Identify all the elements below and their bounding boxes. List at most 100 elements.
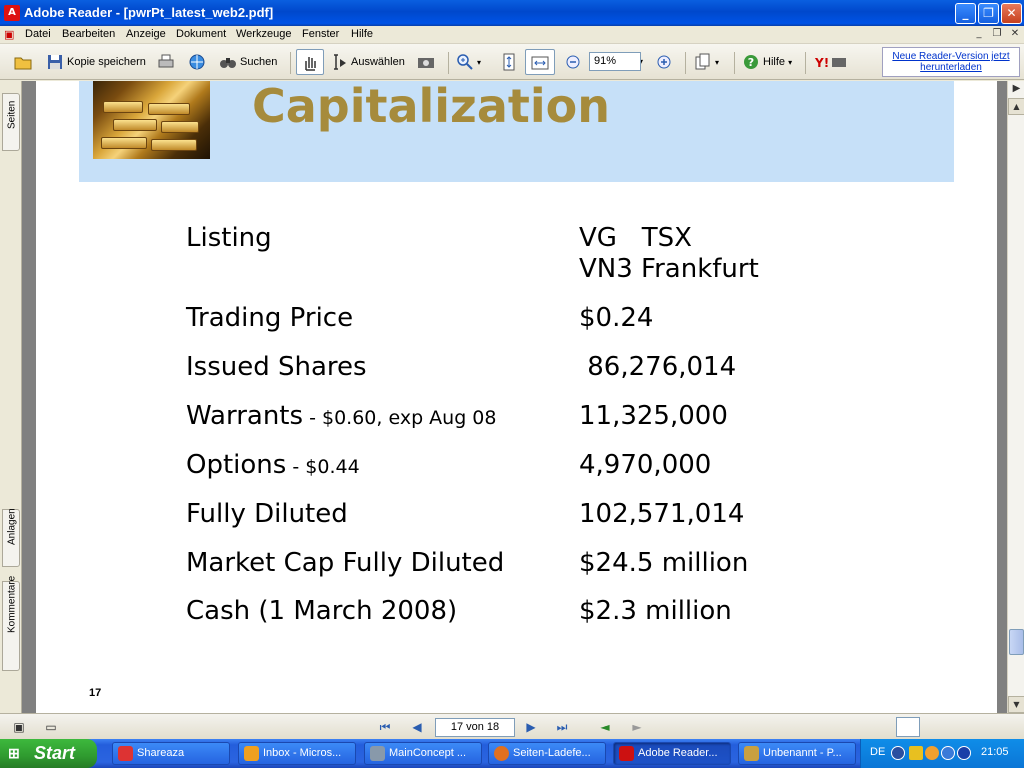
security-icon[interactable] <box>925 746 939 760</box>
row-value-cash: $2.3 million <box>579 596 732 626</box>
task-paint[interactable]: Unbenannt - P... <box>738 742 856 765</box>
minimize-button[interactable]: _ <box>955 3 976 24</box>
scroll-down-arrow-icon[interactable]: ▼ <box>1008 696 1024 713</box>
print-button[interactable] <box>157 51 178 73</box>
toolbar-separator <box>805 52 806 74</box>
menu-werkzeuge[interactable]: Werkzeuge <box>236 28 291 40</box>
pdf-document-icon: ▣ <box>4 28 15 41</box>
tab-comments[interactable]: Kommentare <box>2 576 20 671</box>
menu-bearbeiten[interactable]: Bearbeiten <box>62 28 115 40</box>
search-button[interactable]: Suchen <box>219 51 277 73</box>
mainconcept-icon <box>370 746 385 761</box>
task-outlook-inbox[interactable]: Inbox - Micros... <box>238 742 356 765</box>
system-tray: DE 21:05 <box>860 739 1024 768</box>
row-value-listing: VG TSX VN3 Frankfurt <box>579 223 759 284</box>
chevron-down-icon[interactable]: ▾ <box>788 58 792 67</box>
save-copy-button[interactable]: Kopie speichern <box>46 51 146 73</box>
go-forward-icon[interactable]: ► <box>628 718 646 736</box>
snapshot-button[interactable] <box>417 51 438 73</box>
menu-anzeige[interactable]: Anzeige <box>126 28 166 40</box>
search-label: Suchen <box>240 56 278 68</box>
first-page-icon[interactable]: ⏮ <box>376 718 394 736</box>
zoom-input[interactable]: 91% <box>589 52 641 71</box>
yahoo-toolbar-button[interactable]: Y! <box>814 51 851 73</box>
chevron-down-icon[interactable]: ▾ <box>477 58 481 67</box>
continuous-facing-view-icon[interactable] <box>992 717 1016 737</box>
fit-width-button[interactable] <box>525 49 555 75</box>
scroll-thumb[interactable] <box>1009 629 1024 655</box>
row-label-options: Options - $0.44 <box>186 450 360 480</box>
firefox-icon <box>494 746 509 761</box>
page-size-icon[interactable]: ▭ <box>42 718 60 736</box>
task-firefox[interactable]: Seiten-Ladefe... <box>488 742 606 765</box>
close-button[interactable]: ✕ <box>1001 3 1022 24</box>
open-folder-button[interactable] <box>14 51 35 73</box>
single-page-view-icon[interactable] <box>896 717 920 737</box>
doc-restore-icon[interactable]: ❐ <box>990 28 1004 42</box>
previous-page-icon[interactable]: ◀ <box>408 718 426 736</box>
start-button[interactable]: ⊞ Start <box>0 739 97 768</box>
last-page-icon[interactable]: ⏭ <box>553 718 571 736</box>
maximize-button[interactable]: ❐ <box>978 3 999 24</box>
zoom-in-button[interactable] <box>655 51 676 73</box>
page-layout-button[interactable]: ▾ <box>694 51 719 73</box>
folder-icon <box>14 57 32 70</box>
row-value-market-cap: $24.5 million <box>579 548 749 578</box>
tab-pages[interactable]: Seiten <box>2 93 20 151</box>
scroll-up-arrow-icon[interactable]: ▲ <box>1008 98 1024 115</box>
task-shareaza[interactable]: Shareaza <box>112 742 230 765</box>
toolbar-separator <box>448 52 449 74</box>
volume-icon[interactable] <box>941 746 955 760</box>
doc-close-icon[interactable]: ✕ <box>1008 28 1022 42</box>
hand-icon <box>305 56 316 71</box>
facing-view-icon[interactable] <box>960 717 984 737</box>
help-label: Hilfe <box>763 56 786 68</box>
continuous-view-icon[interactable] <box>928 717 952 737</box>
magnifier-plus-icon <box>457 54 473 70</box>
row-value-warrants: 11,325,000 <box>579 401 728 431</box>
tab-attachments[interactable]: Anlagen <box>2 508 20 567</box>
yahoo-logo-icon: Y! <box>814 56 846 70</box>
task-mainconcept[interactable]: MainConcept ... <box>364 742 482 765</box>
network-icon[interactable] <box>909 746 923 760</box>
tab-attachments-label: Anlagen <box>6 508 18 545</box>
task-adobe-reader[interactable]: Adobe Reader... <box>613 742 731 765</box>
info-icon[interactable] <box>957 746 971 760</box>
show-nav-pane-icon[interactable]: ▣ <box>10 718 28 736</box>
globe-mail-icon <box>189 54 205 70</box>
help-button[interactable]: ? Hilfe ▾ <box>742 51 792 73</box>
page-number-input[interactable]: 17 von 18 <box>435 718 515 737</box>
document-area[interactable]: Capitalization Listing VG TSX VN3 Frankf… <box>22 81 1007 713</box>
status-bar: ▣ ▭ ⏮ ◀ 17 von 18 ▶ ⏭ ◄ ► <box>0 713 1024 739</box>
language-indicator[interactable]: DE <box>870 746 885 758</box>
menu-datei[interactable]: Datei <box>25 28 51 40</box>
zoom-out-button[interactable] <box>564 51 585 73</box>
select-tool-button[interactable]: Auswählen <box>330 51 405 73</box>
reader-update-link[interactable]: Neue Reader-Version jetzt herunterladen <box>882 47 1020 77</box>
fit-page-button[interactable] <box>500 51 521 73</box>
toolbar: Kopie speichern Suchen Auswählen ▾ ▾ ▾ ?… <box>0 44 1024 80</box>
tray-expand-icon[interactable] <box>891 746 905 760</box>
paint-icon <box>744 746 759 761</box>
menu-dokument[interactable]: Dokument <box>176 28 226 40</box>
toolbar-separator <box>734 52 735 74</box>
go-back-icon[interactable]: ◄ <box>596 718 614 736</box>
page-number: 17 <box>89 687 102 699</box>
zoom-in-tool-button[interactable]: ▾ <box>456 51 481 73</box>
email-button[interactable] <box>188 51 209 73</box>
outlook-icon <box>244 746 259 761</box>
next-page-icon[interactable]: ▶ <box>522 718 540 736</box>
chevron-down-icon[interactable]: ▾ <box>715 58 719 67</box>
fit-width-icon <box>531 56 549 70</box>
vertical-scrollbar[interactable]: ▶ ▲ ▼ <box>1007 81 1024 713</box>
taskbar: ⊞ Start Shareaza Inbox - Micros... MainCo… <box>0 739 1024 768</box>
pages-icon <box>695 53 710 70</box>
menu-hilfe[interactable]: Hilfe <box>351 28 373 40</box>
row-label-issued-shares: Issued Shares <box>186 352 367 382</box>
hand-tool-button[interactable] <box>296 49 324 75</box>
row-label-trading-price: Trading Price <box>186 303 354 333</box>
pane-expand-arrow-icon[interactable]: ▶ <box>1008 81 1024 98</box>
clock: 21:05 <box>981 746 1009 758</box>
doc-minimize-icon[interactable]: _ <box>972 28 986 42</box>
menu-fenster[interactable]: Fenster <box>302 28 339 40</box>
